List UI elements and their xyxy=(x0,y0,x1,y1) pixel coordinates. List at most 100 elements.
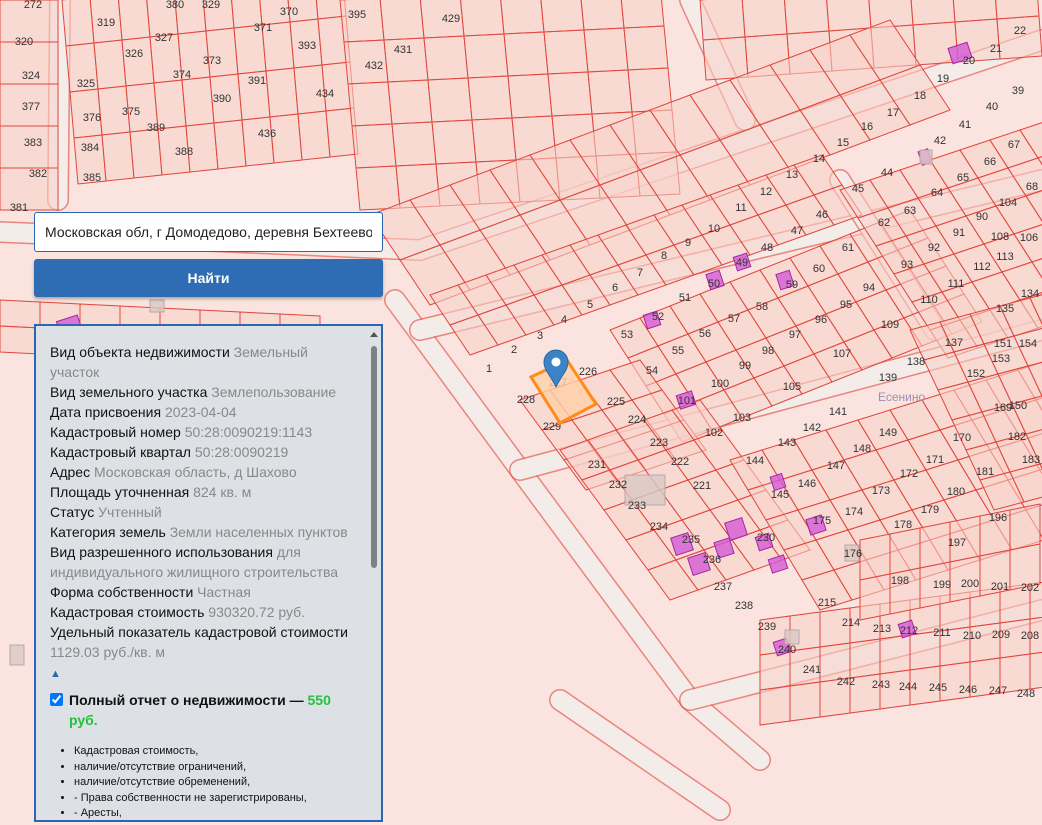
parcel-number-label: 111 xyxy=(948,278,965,290)
parcel-number-label: 233 xyxy=(628,500,646,512)
parcel-number-label: 436 xyxy=(258,128,276,140)
parcel-number-label: 49 xyxy=(736,257,748,269)
scrollbar-thumb[interactable] xyxy=(371,346,377,568)
parcel-number-label: 237 xyxy=(714,581,732,593)
info-row-status: Статус Учтенный xyxy=(50,504,162,520)
parcel-number-label: 376 xyxy=(83,112,101,124)
parcel-number-label: 101 xyxy=(678,395,696,407)
parcel-number-label: 14 xyxy=(813,153,825,165)
parcel xyxy=(391,121,437,167)
parcel-number-label: 63 xyxy=(904,205,916,217)
parcel-number-label: 134 xyxy=(1021,288,1039,300)
parcel-number-label: 197 xyxy=(948,537,966,549)
report-contents-list: Кадастровая стоимость,наличие/отсутствие… xyxy=(60,744,350,820)
parcel-number-label: 215 xyxy=(818,597,836,609)
parcel-number-label: 196 xyxy=(989,512,1007,524)
parcel-number-label: 247 xyxy=(989,685,1007,697)
parcel-number-label: 12 xyxy=(760,186,772,198)
parcel-number-label: 1 xyxy=(486,363,492,375)
parcel-number-label: 90 xyxy=(976,211,988,223)
parcel-number-label: 149 xyxy=(879,427,897,439)
info-panel-scrollbar[interactable] xyxy=(369,332,379,822)
parcel-number-label: 58 xyxy=(756,301,768,313)
parcel-number-label: 429 xyxy=(442,13,460,25)
parcel-number-label: 53 xyxy=(621,329,633,341)
parcel-number-label: 55 xyxy=(672,345,684,357)
parcel-number-label: 68 xyxy=(1026,181,1038,193)
scroll-up-arrow-icon[interactable] xyxy=(370,332,378,337)
full-report-checkbox[interactable] xyxy=(50,693,63,706)
parcel-number-label: 11 xyxy=(735,202,746,214)
parcel-number-label: 209 xyxy=(992,629,1010,641)
parcel-number-label: 60 xyxy=(813,263,825,275)
parcel-number-label: 98 xyxy=(762,345,774,357)
parcel-number-label: 320 xyxy=(15,36,33,48)
parcel-number-label: 147 xyxy=(827,460,845,472)
address-search-input[interactable] xyxy=(35,213,382,251)
info-row-plot-kind: Вид земельного участка Землепользование xyxy=(50,384,337,400)
parcel-number-label: 432 xyxy=(365,60,383,72)
parcel-number-label: 108 xyxy=(991,231,1009,243)
parcel-number-label: 9 xyxy=(685,237,691,249)
object-info-panel[interactable]: Вид объекта недвижимости Земельный участ… xyxy=(34,324,383,822)
parcel-number-label: 54 xyxy=(646,365,658,377)
place-name-label: Есенино xyxy=(878,390,926,404)
parcel-number-label: 202 xyxy=(1021,582,1039,594)
info-row-area: Площадь уточненная 824 кв. м xyxy=(50,484,252,500)
parcel-number-label: 176 xyxy=(844,548,862,560)
parcel-number-label: 94 xyxy=(863,282,875,294)
parcel-number-label: 172 xyxy=(900,468,918,480)
parcel-number-label: 174 xyxy=(845,506,863,518)
parcel-number-label: 103 xyxy=(733,412,751,424)
parcel-number-label: 6 xyxy=(612,282,618,294)
parcel-number-label: 242 xyxy=(837,676,855,688)
info-row-assignment-date: Дата присвоения 2023-04-04 xyxy=(50,404,237,420)
parcel-number-label: 56 xyxy=(699,328,711,340)
parcel-number-label: 373 xyxy=(203,55,221,67)
parcel-number-label: 64 xyxy=(931,187,943,199)
parcel-number-label: 222 xyxy=(671,456,689,468)
parcel-number-label: 99 xyxy=(739,360,751,372)
object-info-content: Вид объекта недвижимости Земельный участ… xyxy=(50,342,350,820)
scroll-down-arrow-icon[interactable] xyxy=(370,821,378,822)
parcel-number-label: 96 xyxy=(815,314,827,326)
parcel-number-label: 230 xyxy=(757,532,775,544)
parcel-number-label: 380 xyxy=(166,0,184,11)
parcel-number-label: 8 xyxy=(661,250,667,262)
parcel-number-label: 145 xyxy=(771,489,789,501)
parcel-number-label: 151 xyxy=(994,338,1012,350)
parcel-number-label: 93 xyxy=(901,259,913,271)
parcel-number-label: 65 xyxy=(957,172,969,184)
parcel-number-label: 170 xyxy=(953,432,971,444)
parcel-number-label: 377 xyxy=(22,101,40,113)
parcel xyxy=(427,77,473,123)
parcel-number-label: 179 xyxy=(921,504,939,516)
find-button[interactable]: Найти xyxy=(34,259,383,297)
parcel-number-label: 199 xyxy=(933,579,951,591)
parcel-number-label: 20 xyxy=(963,55,975,67)
parcel xyxy=(93,39,127,90)
parcel xyxy=(583,27,629,73)
parcel xyxy=(910,0,956,26)
parcel xyxy=(423,35,469,81)
full-report-option[interactable]: Полный отчет о недвижимости — 550 руб. xyxy=(50,690,350,730)
parcel-number-label: 142 xyxy=(803,422,821,434)
parcel xyxy=(759,650,791,691)
collapse-arrow-icon[interactable]: ▲ xyxy=(50,664,350,682)
parcel-number-label: 370 xyxy=(280,6,298,18)
parcel xyxy=(1009,503,1041,551)
address-search[interactable] xyxy=(34,212,383,252)
parcel-number-label: 143 xyxy=(778,437,796,449)
parcel-number-label: 389 xyxy=(147,122,165,134)
parcel-number-label: 92 xyxy=(928,242,940,254)
building-gray xyxy=(784,629,800,645)
parcel-number-label: 375 xyxy=(122,106,140,118)
parcel xyxy=(379,0,425,41)
parcel-number-label: 17 xyxy=(887,107,899,119)
parcel xyxy=(1029,651,1042,690)
parcel-number-label: 16 xyxy=(861,121,873,133)
parcel-number-label: 139 xyxy=(879,372,897,384)
parcel xyxy=(783,0,830,35)
parcel-number-label: 62 xyxy=(878,217,890,229)
parcel-number-label: 246 xyxy=(959,684,977,696)
